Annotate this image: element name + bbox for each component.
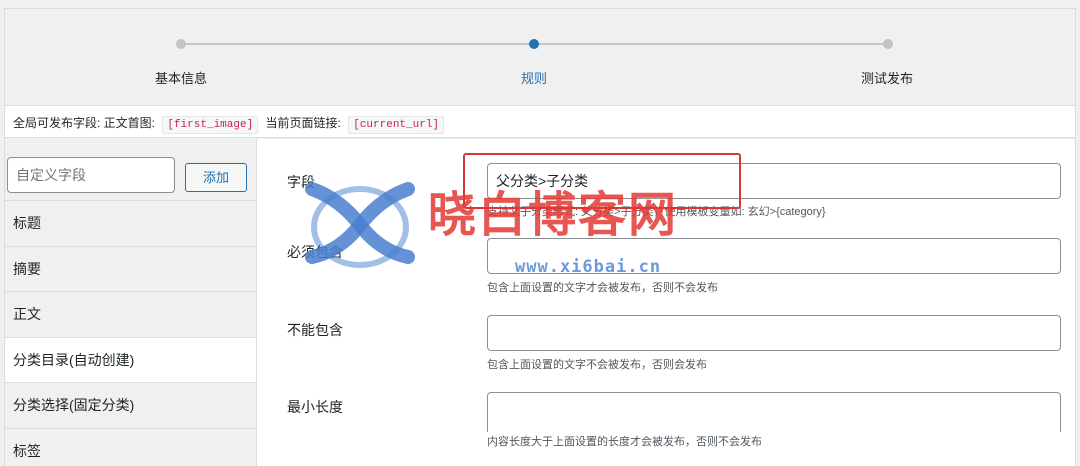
sidebar-item-title[interactable]: 标题 bbox=[5, 200, 256, 246]
annotation-highlight-box bbox=[463, 153, 741, 209]
step-connector-2 bbox=[534, 43, 888, 45]
field-sidebar: 添加 标题 摘要 正文 分类目录(自动创建) 分类选择(固定分类) 标签 bbox=[5, 145, 256, 466]
field-label-must-not-contain: 不能包含 bbox=[287, 322, 343, 338]
custom-field-input[interactable] bbox=[7, 157, 175, 193]
add-field-button[interactable]: 添加 bbox=[185, 163, 247, 192]
current-url-label: 当前页面链接: bbox=[265, 116, 341, 130]
step-label-test-publish[interactable]: 测试发布 bbox=[861, 68, 913, 87]
progress-stepper: 基本信息 规则 测试发布 bbox=[5, 9, 1075, 105]
step-label-rules[interactable]: 规则 bbox=[521, 68, 547, 87]
must-not-contain-input[interactable] bbox=[487, 315, 1061, 351]
step-connector-1 bbox=[181, 43, 534, 45]
must-contain-desc: 包含上面设置的文字才会被发布，否则不会发布 bbox=[487, 282, 718, 294]
global-fields-bar: 全局可发布字段: 正文首图: [first_image] 当前页面链接: [cu… bbox=[5, 105, 1075, 138]
step-dot-basic-info[interactable] bbox=[176, 39, 186, 49]
first-image-tag: [first_image] bbox=[162, 116, 259, 134]
sidebar-item-category-auto[interactable]: 分类目录(自动创建) bbox=[5, 336, 256, 382]
current-url-tag: [current_url] bbox=[348, 116, 445, 134]
field-list: 标题 摘要 正文 分类目录(自动创建) 分类选择(固定分类) 标签 bbox=[5, 200, 256, 466]
min-length-desc: 内容长度大于上面设置的长度才会被发布，否则不会发布 bbox=[487, 436, 762, 448]
field-label-field: 字段 bbox=[287, 174, 315, 190]
global-fields-prefix: 全局可发布字段: 正文首图: bbox=[13, 116, 156, 130]
step-dot-test-publish[interactable] bbox=[883, 39, 893, 49]
field-label-must-contain: 必须包含 bbox=[287, 244, 343, 260]
sidebar-item-category-fixed[interactable]: 分类选择(固定分类) bbox=[5, 382, 256, 428]
sidebar-item-content[interactable]: 正文 bbox=[5, 291, 256, 337]
sidebar-item-tags[interactable]: 标签 bbox=[5, 427, 256, 466]
must-not-contain-desc: 包含上面设置的文字不会被发布，否则会发布 bbox=[487, 359, 707, 371]
wizard-frame: 基本信息 规则 测试发布 全局可发布字段: 正文首图: [first_image… bbox=[4, 8, 1076, 466]
must-contain-input[interactable] bbox=[487, 238, 1061, 274]
sidebar-item-excerpt[interactable]: 摘要 bbox=[5, 245, 256, 291]
step-dot-rules[interactable] bbox=[529, 39, 539, 49]
step-label-basic-info[interactable]: 基本信息 bbox=[155, 68, 207, 87]
min-length-input[interactable] bbox=[487, 392, 1061, 432]
field-label-min-length: 最小长度 bbox=[287, 399, 343, 415]
